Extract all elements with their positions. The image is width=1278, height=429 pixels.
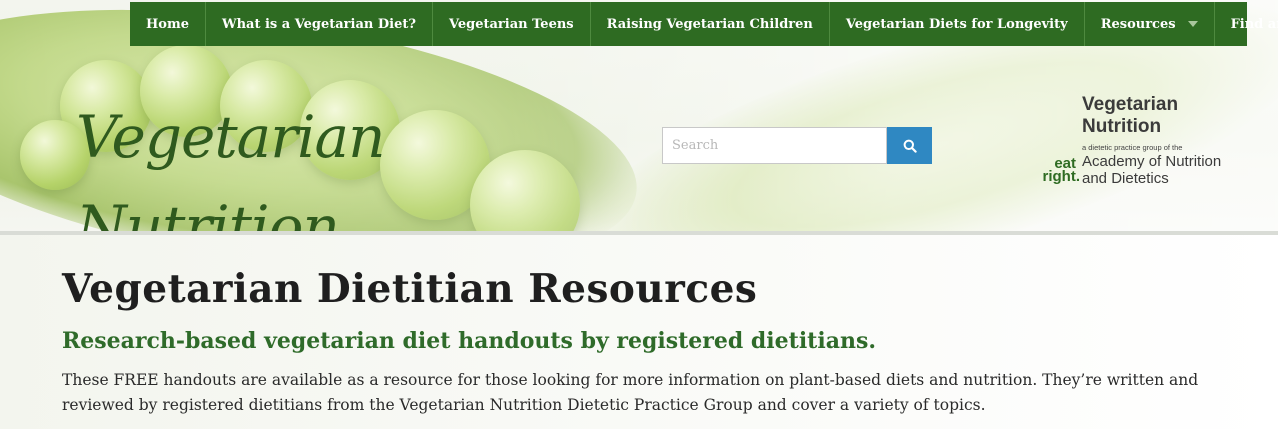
site-logo[interactable]: Vegetarian Nutrition bbox=[76, 92, 576, 261]
org-logo-title: Vegetarian Nutrition bbox=[1082, 94, 1178, 138]
nav-item-what-is-vegetarian-diet[interactable]: What is a Vegetarian Diet? bbox=[206, 2, 433, 46]
eat-right-logo: eat right. bbox=[1030, 156, 1081, 185]
nav-item-label: Raising Vegetarian Children bbox=[606, 16, 813, 32]
nav-item-raising-vegetarian-children[interactable]: Raising Vegetarian Children bbox=[591, 2, 830, 46]
chevron-down-icon bbox=[1187, 21, 1198, 27]
nav-item-label: Vegetarian Teens bbox=[448, 16, 574, 32]
nav-item-vegetarian-teens[interactable]: Vegetarian Teens bbox=[433, 2, 591, 46]
nav-item-vegetarian-diets-longevity[interactable]: Vegetarian Diets for Longevity bbox=[830, 2, 1085, 46]
eat-right-right: right. bbox=[1042, 168, 1081, 185]
org-logo-tagline: a dietetic practice group of the bbox=[1082, 143, 1183, 152]
nav-item-label: Find an RD bbox=[1230, 16, 1278, 32]
org-logo-academy-line: and Dietetics bbox=[1082, 170, 1169, 187]
page-title: Vegetarian Dietitian Resources bbox=[62, 266, 758, 312]
main-nav: Home What is a Vegetarian Diet? Vegetari… bbox=[130, 2, 1278, 46]
nav-item-home[interactable]: Home bbox=[130, 2, 206, 46]
nav-item-label: Resources bbox=[1100, 16, 1176, 32]
page-description: These FREE handouts are available as a r… bbox=[62, 371, 1199, 414]
nav-item-label: What is a Vegetarian Diet? bbox=[221, 16, 416, 32]
nav-item-label: Home bbox=[146, 16, 189, 32]
nav-item-label: Vegetarian Diets for Longevity bbox=[845, 16, 1068, 32]
search-input[interactable] bbox=[662, 127, 887, 164]
org-logo-academy-line: Academy of Nutrition bbox=[1082, 153, 1222, 170]
search-icon bbox=[903, 139, 917, 153]
page-subtitle: Research-based vegetarian diet handouts … bbox=[62, 328, 876, 354]
org-logo[interactable]: Vegetarian Nutrition a dietetic practice… bbox=[1030, 94, 1250, 194]
org-logo-title-line: Nutrition bbox=[1082, 116, 1162, 137]
nav-item-resources[interactable]: Resources bbox=[1085, 2, 1215, 46]
org-logo-title-line: Vegetarian bbox=[1082, 94, 1179, 115]
search-button[interactable] bbox=[887, 127, 932, 164]
nav-item-find-an-rd[interactable]: Find an RD bbox=[1215, 2, 1278, 46]
org-logo-academy: Academy of Nutrition and Dietetics bbox=[1082, 153, 1221, 187]
